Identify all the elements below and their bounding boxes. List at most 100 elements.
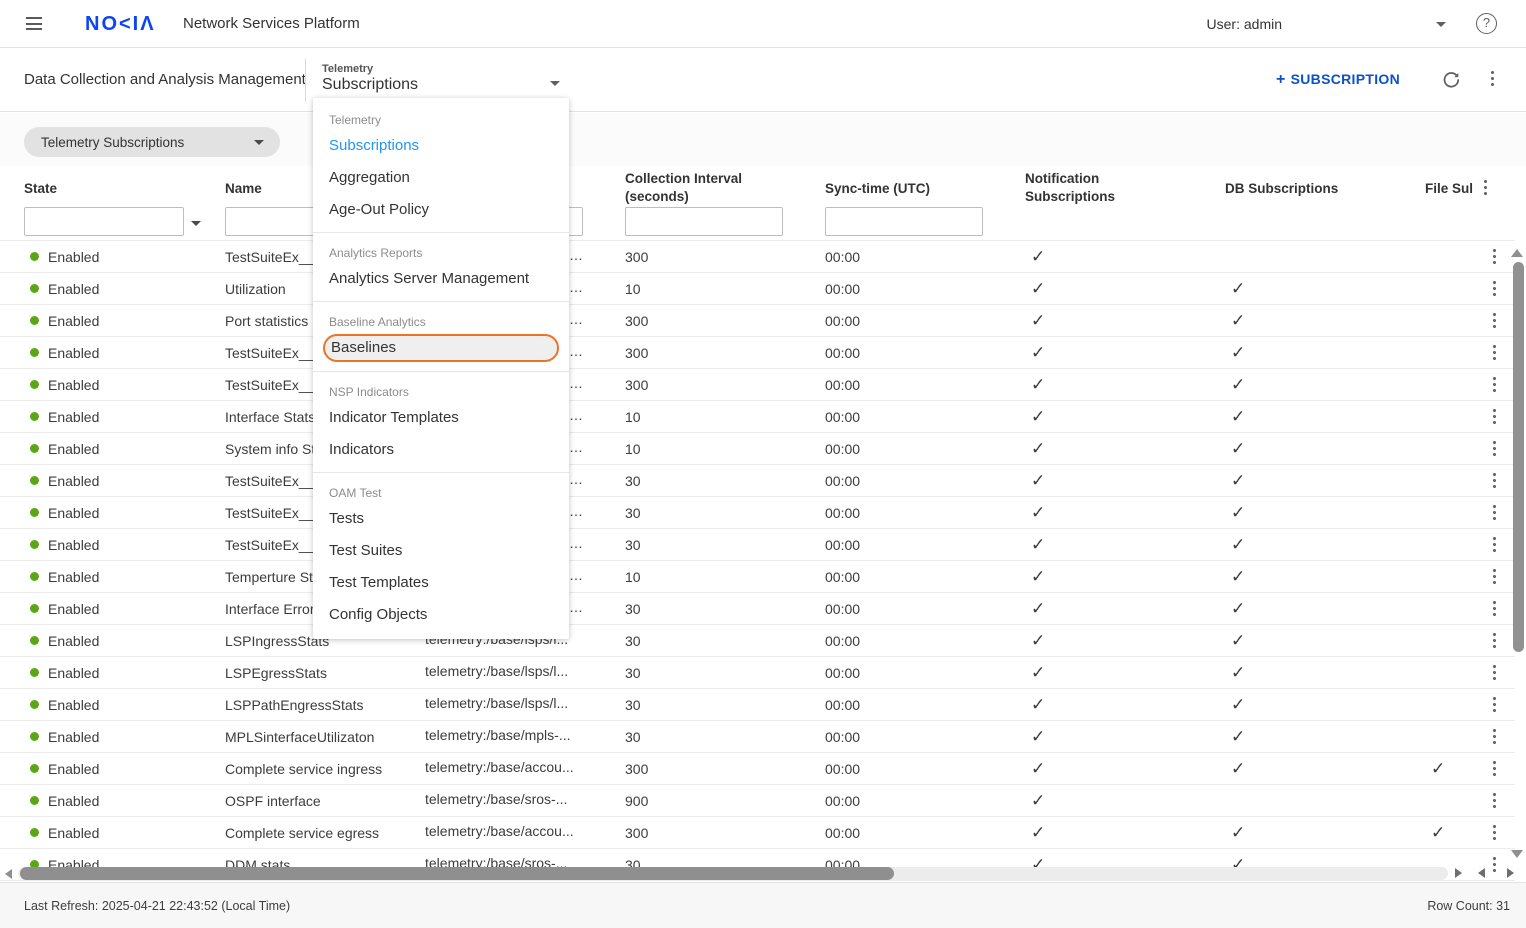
chevron-down-icon (254, 140, 264, 145)
page-right-arrow-icon[interactable] (1507, 868, 1514, 878)
row-kebab-menu[interactable] (1493, 313, 1496, 328)
view-pill-dropdown[interactable]: Telemetry Subscriptions (24, 127, 280, 157)
table-row[interactable]: EnabledLSPEgressStatstelemetry:/base/lsp… (0, 657, 1515, 689)
add-subscription-button[interactable]: +SUBSCRIPTION (1276, 71, 1400, 89)
row-kebab-menu[interactable] (1493, 537, 1496, 552)
column-header-db-subscriptions[interactable]: DB Subscriptions (1225, 180, 1338, 198)
db-subscription-check-icon: ✓ (1225, 663, 1245, 682)
table-row[interactable]: EnabledInterface Errors…3000:00✓✓ (0, 593, 1515, 625)
scroll-down-arrow-icon[interactable] (1511, 850, 1523, 858)
row-kebab-menu[interactable] (1493, 729, 1496, 744)
menu-item-test-templates[interactable]: Test Templates (313, 567, 569, 599)
row-kebab-menu[interactable] (1493, 505, 1496, 520)
row-kebab-menu[interactable] (1493, 569, 1496, 584)
hamburger-menu-icon[interactable] (26, 17, 42, 30)
row-actions-cell (1485, 537, 1515, 552)
sync-time-filter-input[interactable] (825, 207, 983, 236)
row-kebab-menu[interactable] (1493, 825, 1496, 840)
menu-item-test-suites[interactable]: Test Suites (313, 535, 569, 567)
page-left-arrow-icon[interactable] (1478, 868, 1485, 878)
row-kebab-menu[interactable] (1493, 793, 1496, 808)
scroll-right-arrow-icon[interactable] (1455, 868, 1462, 878)
column-header-name[interactable]: Name (225, 180, 262, 198)
row-kebab-menu[interactable] (1493, 249, 1496, 264)
db-cell: ✓ (1225, 535, 1425, 555)
row-kebab-menu[interactable] (1493, 633, 1496, 648)
collection-interval-filter-input[interactable] (625, 207, 783, 236)
name-cell: Complete service ingress (225, 761, 425, 777)
table-row[interactable]: EnabledComplete service egresstelemetry:… (0, 817, 1515, 849)
state-cell: Enabled (0, 505, 225, 521)
table-row[interactable]: EnabledTestSuiteEx__…30000:00✓✓ (0, 337, 1515, 369)
table-row[interactable]: EnabledPort statistics…30000:00✓✓ (0, 305, 1515, 337)
row-kebab-menu[interactable] (1493, 601, 1496, 616)
table-row[interactable]: EnabledOSPF interfacetelemetry:/base/sro… (0, 785, 1515, 817)
view-selector[interactable]: Telemetry Subscriptions (322, 63, 570, 94)
row-kebab-menu[interactable] (1493, 697, 1496, 712)
table-row[interactable]: EnabledLSPIngressStatstelemetry:/base/ls… (0, 625, 1515, 657)
table-row[interactable]: EnabledTestSuiteEx__…30000:00✓✓ (0, 369, 1515, 401)
row-kebab-menu[interactable] (1493, 761, 1496, 776)
scroll-left-arrow-icon[interactable] (5, 869, 12, 879)
menu-item-subscriptions[interactable]: Subscriptions (313, 130, 569, 162)
file-cell: ✓ (1425, 823, 1485, 843)
notification-cell: ✓ (1025, 439, 1225, 459)
notification-cell: ✓ (1025, 407, 1225, 427)
refresh-icon[interactable] (1441, 70, 1461, 90)
row-kebab-menu[interactable] (1493, 345, 1496, 360)
column-header-file-subscriptions[interactable]: File Sul (1425, 180, 1477, 198)
row-kebab-menu[interactable] (1493, 281, 1496, 296)
row-kebab-menu[interactable] (1493, 377, 1496, 392)
menu-item-analytics-server-management[interactable]: Analytics Server Management (313, 263, 569, 295)
column-header-sync-time[interactable]: Sync-time (UTC) (825, 180, 930, 198)
toolbar-kebab-menu[interactable] (1491, 71, 1494, 86)
menu-item-indicator-templates[interactable]: Indicator Templates (313, 402, 569, 434)
telemetry-type-cell: telemetry:/base/lsps/l... (425, 695, 625, 714)
column-header-notification-subscriptions[interactable]: Notification Subscriptions (1025, 170, 1155, 206)
user-menu-caret-icon[interactable] (1436, 22, 1446, 27)
sync-time-cell: 00:00 (825, 825, 1025, 841)
column-settings-kebab[interactable] (1484, 180, 1487, 195)
row-kebab-menu[interactable] (1493, 665, 1496, 680)
table-row[interactable]: EnabledTemperture Stats…1000:00✓✓ (0, 561, 1515, 593)
table-row[interactable]: EnabledInterface Stats…1000:00✓✓ (0, 401, 1515, 433)
row-kebab-menu[interactable] (1493, 857, 1496, 872)
table-row[interactable]: EnabledLSPPathEngressStatstelemetry:/bas… (0, 689, 1515, 721)
sync-time-cell: 00:00 (825, 249, 1025, 265)
page-title: Data Collection and Analysis Management (24, 71, 306, 88)
table-row[interactable]: EnabledTestSuiteEx__…3000:00✓✓ (0, 465, 1515, 497)
row-actions-cell (1485, 697, 1515, 712)
notification-subscription-check-icon: ✓ (1025, 247, 1045, 266)
horizontal-scrollbar-thumb[interactable] (20, 867, 894, 880)
table-row[interactable]: EnabledUtilization…1000:00✓✓ (0, 273, 1515, 305)
table-row[interactable]: EnabledSystem info Stats…1000:00✓✓ (0, 433, 1515, 465)
db-cell: ✓ (1225, 663, 1425, 683)
menu-item-config-objects[interactable]: Config Objects (313, 599, 569, 631)
menu-item-baselines[interactable]: Baselines (323, 334, 559, 362)
state-filter-dropdown[interactable] (24, 207, 184, 236)
row-kebab-menu[interactable] (1493, 473, 1496, 488)
table-row[interactable]: EnabledTestSuiteEx__…3000:00✓✓ (0, 497, 1515, 529)
divider (305, 59, 306, 102)
vertical-scrollbar-thumb[interactable] (1513, 262, 1524, 652)
table-row[interactable]: EnabledTestSuiteEx__…30000:00✓ (0, 241, 1515, 273)
scroll-up-arrow-icon[interactable] (1511, 249, 1523, 257)
menu-item-age-out-policy[interactable]: Age-Out Policy (313, 194, 569, 226)
table-row[interactable]: EnabledMPLSinterfaceUtilizatontelemetry:… (0, 721, 1515, 753)
sync-time-cell: 00:00 (825, 377, 1025, 393)
notification-subscription-check-icon: ✓ (1025, 407, 1045, 426)
column-header-collection-interval[interactable]: Collection Interval (seconds) (625, 170, 755, 206)
menu-section-header: NSP Indicators (313, 377, 569, 402)
menu-item-aggregation[interactable]: Aggregation (313, 162, 569, 194)
notification-subscription-check-icon: ✓ (1025, 311, 1045, 330)
help-icon[interactable]: ? (1476, 13, 1497, 34)
table-row[interactable]: EnabledComplete service ingresstelemetry… (0, 753, 1515, 785)
row-kebab-menu[interactable] (1493, 409, 1496, 424)
column-header-state[interactable]: State (24, 180, 57, 198)
sync-time-cell: 00:00 (825, 697, 1025, 713)
menu-item-tests[interactable]: Tests (313, 503, 569, 535)
table-row[interactable]: EnabledTestSuiteEx__…3000:00✓✓ (0, 529, 1515, 561)
menu-item-indicators[interactable]: Indicators (313, 434, 569, 466)
state-cell: Enabled (0, 825, 225, 841)
row-kebab-menu[interactable] (1493, 441, 1496, 456)
